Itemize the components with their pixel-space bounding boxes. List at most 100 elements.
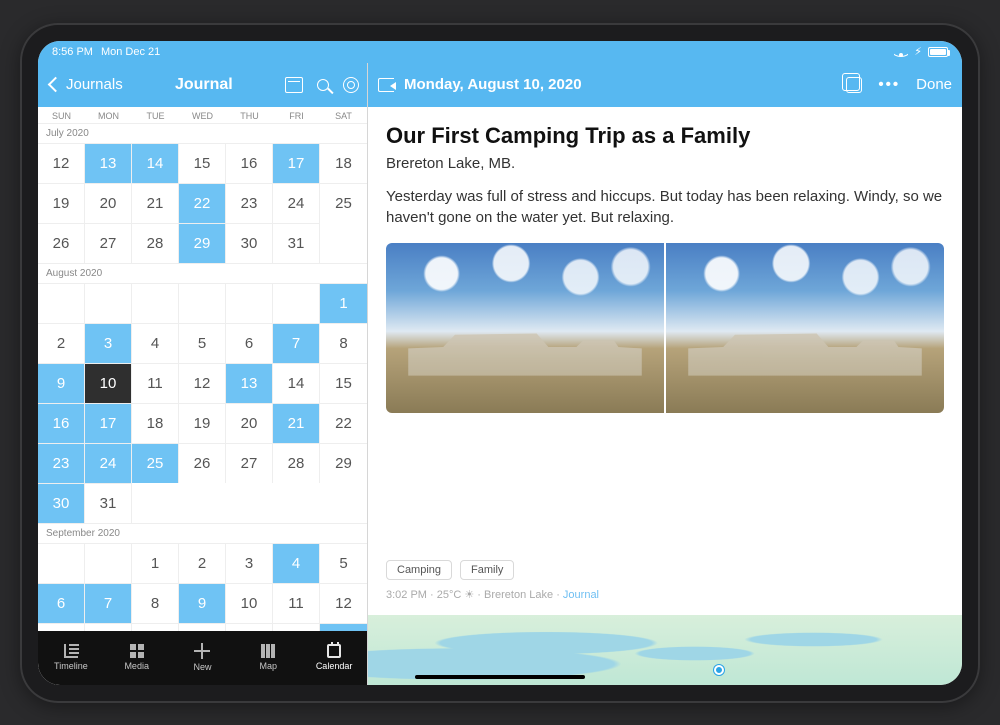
calendar-day[interactable]: 28 [273, 443, 320, 483]
calendar-day[interactable]: 17 [226, 623, 273, 631]
calendar-day[interactable]: 28 [132, 223, 179, 263]
calendar-day[interactable]: 29 [320, 443, 367, 483]
calendar-day[interactable]: 1 [132, 543, 179, 583]
calendar-day[interactable]: 27 [85, 223, 132, 263]
calendar-day[interactable]: 24 [85, 443, 132, 483]
month-label: September 2020 [38, 523, 367, 543]
entry-meta: 3:02 PM · 25°C ☀︎ · Brereton Lake · Jour… [386, 588, 944, 609]
calendar-day[interactable]: 13 [38, 623, 85, 631]
calendar-day[interactable]: 18 [320, 143, 367, 183]
calendar-day[interactable]: 11 [273, 583, 320, 623]
calendar-day[interactable]: 13 [226, 363, 273, 403]
status-time: 8:56 PM [52, 46, 93, 58]
calendar-day[interactable]: 16 [179, 623, 226, 631]
calendar-day[interactable]: 15 [320, 363, 367, 403]
tab-map[interactable]: Map [235, 631, 301, 685]
tag[interactable]: Camping [386, 560, 452, 580]
calendar-day[interactable]: 9 [179, 583, 226, 623]
tab-timeline[interactable]: Timeline [38, 631, 104, 685]
done-button[interactable]: Done [916, 76, 952, 93]
home-indicator[interactable] [415, 675, 585, 679]
tab-calendar[interactable]: Calendar [301, 631, 367, 685]
tab-new[interactable]: New [170, 631, 236, 685]
calendar-day[interactable]: 23 [226, 183, 273, 223]
calendar-day[interactable]: 17 [273, 143, 320, 183]
photo[interactable] [666, 243, 944, 413]
tag[interactable]: Family [460, 560, 514, 580]
calendar-day[interactable]: 26 [38, 223, 85, 263]
calendar-day[interactable]: 25 [132, 443, 179, 483]
calendar-day[interactable]: 11 [132, 363, 179, 403]
entry-text[interactable]: Yesterday was full of stress and hiccups… [386, 186, 944, 230]
entry-date: Monday, August 10, 2020 [404, 76, 836, 93]
calendar-day[interactable]: 14 [132, 143, 179, 183]
calendar-day[interactable]: 12 [179, 363, 226, 403]
calendar-day[interactable]: 19 [179, 403, 226, 443]
calendar-day[interactable]: 22 [179, 183, 226, 223]
photo[interactable] [386, 243, 664, 413]
calendar-day[interactable]: 12 [320, 583, 367, 623]
calendar-day[interactable]: 21 [132, 183, 179, 223]
calendar-day[interactable]: 10 [226, 583, 273, 623]
entry-subtitle[interactable]: Brereton Lake, MB. [386, 155, 944, 172]
calendar-day[interactable]: 14 [85, 623, 132, 631]
calendar-day[interactable]: 31 [85, 483, 132, 523]
calendar-day[interactable]: 21 [273, 403, 320, 443]
weekday: MON [85, 111, 132, 121]
calendar-day[interactable]: 5 [179, 323, 226, 363]
calendar-day[interactable]: 4 [273, 543, 320, 583]
search-icon[interactable] [317, 79, 329, 91]
calendar-day[interactable]: 2 [38, 323, 85, 363]
calendar-view-icon[interactable] [285, 77, 303, 93]
calendar-day[interactable]: 16 [226, 143, 273, 183]
calendar-day[interactable]: 17 [85, 403, 132, 443]
calendar-day[interactable]: 26 [179, 443, 226, 483]
calendar-day[interactable]: 3 [85, 323, 132, 363]
calendar-day[interactable]: 12 [38, 143, 85, 183]
calendar-day[interactable]: 1 [320, 283, 367, 323]
weekday-header: SUNMONTUEWEDTHUFRISAT [38, 107, 367, 123]
back-button[interactable]: Journals [46, 76, 123, 94]
calendar-day[interactable]: 7 [85, 583, 132, 623]
calendar-day[interactable]: 18 [132, 403, 179, 443]
calendar-day[interactable]: 5 [320, 543, 367, 583]
entry-title[interactable]: Our First Camping Trip as a Family [386, 123, 944, 149]
calendar-day[interactable]: 8 [320, 323, 367, 363]
tab-media[interactable]: Media [104, 631, 170, 685]
calendar-day[interactable]: 15 [179, 143, 226, 183]
calendar-day[interactable]: 13 [85, 143, 132, 183]
copy-icon[interactable] [846, 77, 862, 93]
meta-journal[interactable]: Journal [563, 589, 599, 601]
calendar-day[interactable]: 8 [132, 583, 179, 623]
calendar-day[interactable]: 27 [226, 443, 273, 483]
calendar-day[interactable]: 25 [320, 183, 367, 223]
close-entry-icon[interactable] [378, 78, 394, 92]
settings-icon[interactable] [343, 77, 359, 93]
calendar-day[interactable]: 20 [85, 183, 132, 223]
calendar-day[interactable]: 16 [38, 403, 85, 443]
calendar-day[interactable]: 23 [38, 443, 85, 483]
calendar-day[interactable]: 19 [38, 183, 85, 223]
calendar-day[interactable]: 6 [226, 323, 273, 363]
calendar-day[interactable]: 30 [38, 483, 85, 523]
calendar-day[interactable]: 19 [320, 623, 367, 631]
calendar-day[interactable]: 2 [179, 543, 226, 583]
calendar-scroll[interactable]: July 20201213141516171819202122232425262… [38, 123, 367, 631]
calendar-day[interactable]: 15 [132, 623, 179, 631]
calendar-day[interactable]: 30 [226, 223, 273, 263]
calendar-day[interactable]: 4 [132, 323, 179, 363]
calendar-day[interactable]: 6 [38, 583, 85, 623]
calendar-day[interactable]: 3 [226, 543, 273, 583]
calendar-day[interactable]: 9 [38, 363, 85, 403]
calendar-day[interactable]: 29 [179, 223, 226, 263]
calendar-day[interactable]: 22 [320, 403, 367, 443]
calendar-day[interactable]: 18 [273, 623, 320, 631]
calendar-day[interactable]: 20 [226, 403, 273, 443]
calendar-day[interactable]: 14 [273, 363, 320, 403]
calendar-day[interactable]: 10 [85, 363, 132, 403]
calendar-day[interactable]: 7 [273, 323, 320, 363]
more-icon[interactable]: ••• [878, 76, 900, 93]
entry-photos[interactable] [386, 243, 944, 413]
calendar-day[interactable]: 31 [273, 223, 320, 263]
calendar-day[interactable]: 24 [273, 183, 320, 223]
